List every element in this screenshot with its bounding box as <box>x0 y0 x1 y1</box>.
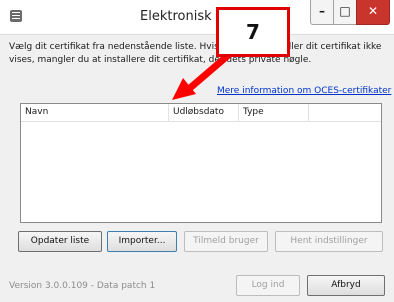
list-column-header: Navn Udløbsdato Type <box>21 104 381 122</box>
import-button[interactable]: Importer... <box>107 231 177 252</box>
fetch-settings-button[interactable]: Hent indstillinger <box>275 231 383 252</box>
assign-user-button[interactable]: Tilmeld bruger <box>184 231 268 252</box>
title-bar: Elektronisk Id – □ ✕ <box>0 0 394 35</box>
close-button[interactable]: ✕ <box>356 0 390 25</box>
column-expiry-date[interactable]: Udløbsdato <box>169 104 239 121</box>
column-name[interactable]: Navn <box>21 104 169 121</box>
step-badge: 7 <box>216 7 290 57</box>
intro-text: Vælg dit certifikat fra nedenstående lis… <box>9 42 382 65</box>
oces-info-link[interactable]: Mere information om OCES-certifikater <box>217 86 391 96</box>
version-label: Version 3.0.0.109 - Data patch 1 <box>9 281 156 291</box>
update-list-button[interactable]: Opdater liste <box>18 231 102 252</box>
minimize-button[interactable]: – <box>310 0 334 25</box>
cancel-button[interactable]: Afbryd <box>307 275 385 296</box>
column-type[interactable]: Type <box>239 104 309 121</box>
app-icon <box>10 10 22 22</box>
certificate-list[interactable]: Navn Udløbsdato Type <box>20 103 382 223</box>
login-button[interactable]: Log ind <box>236 275 300 296</box>
maximize-button[interactable]: □ <box>333 0 357 25</box>
